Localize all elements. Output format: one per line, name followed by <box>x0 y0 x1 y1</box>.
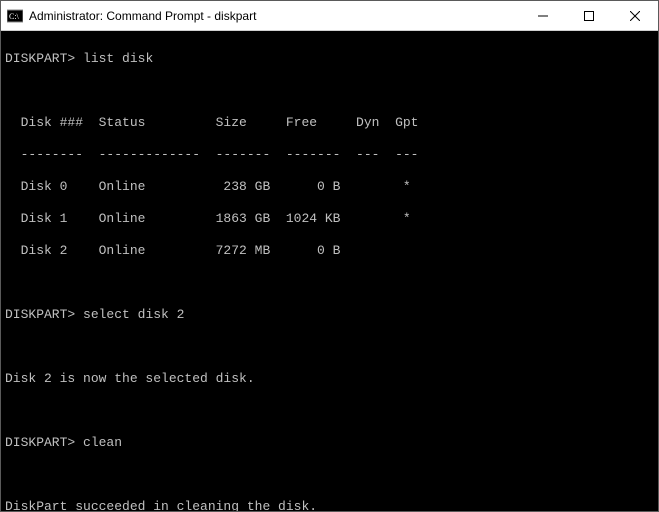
terminal-output[interactable]: DISKPART> list disk Disk ### Status Size… <box>1 31 658 511</box>
command: clean <box>83 435 122 450</box>
svg-text:C:\: C:\ <box>9 12 20 21</box>
maximize-button[interactable] <box>566 1 612 31</box>
table-header: Disk ### Status Size Free Dyn Gpt <box>1 115 658 131</box>
blank-line <box>1 275 658 291</box>
close-button[interactable] <box>612 1 658 31</box>
blank-line <box>1 83 658 99</box>
output-message: DiskPart succeeded in cleaning the disk. <box>1 499 658 511</box>
prompt: DISKPART> <box>5 435 75 450</box>
table-row: Disk 0 Online 238 GB 0 B * <box>1 179 658 195</box>
prompt: DISKPART> <box>5 307 75 322</box>
blank-line <box>1 339 658 355</box>
titlebar[interactable]: C:\ Administrator: Command Prompt - disk… <box>1 1 658 31</box>
table-row: Disk 1 Online 1863 GB 1024 KB * <box>1 211 658 227</box>
command-prompt-window: C:\ Administrator: Command Prompt - disk… <box>0 0 659 512</box>
command: list disk <box>83 51 153 66</box>
prompt-line: DISKPART> select disk 2 <box>1 307 658 323</box>
app-icon: C:\ <box>7 8 23 24</box>
blank-line <box>1 403 658 419</box>
table-divider: -------- ------------- ------- ------- -… <box>1 147 658 163</box>
prompt-line: DISKPART> list disk <box>1 51 658 67</box>
command: select disk 2 <box>83 307 184 322</box>
prompt: DISKPART> <box>5 51 75 66</box>
prompt-line: DISKPART> clean <box>1 435 658 451</box>
table-row: Disk 2 Online 7272 MB 0 B <box>1 243 658 259</box>
output-message: Disk 2 is now the selected disk. <box>1 371 658 387</box>
blank-line <box>1 467 658 483</box>
window-title: Administrator: Command Prompt - diskpart <box>29 9 520 23</box>
minimize-button[interactable] <box>520 1 566 31</box>
